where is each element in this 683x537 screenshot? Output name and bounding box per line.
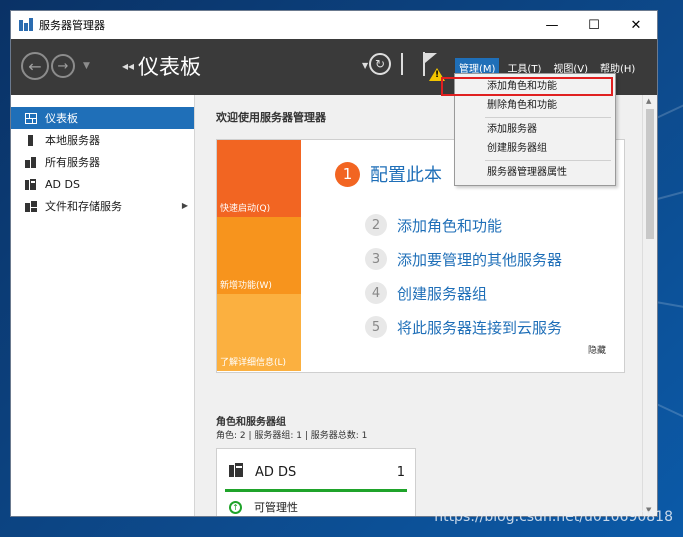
chevron-right-icon[interactable]: ▶	[182, 201, 188, 210]
sidebar-item-label: 所有服务器	[45, 156, 100, 169]
sidebar: 仪表板 本地服务器 所有服务器 AD DS 文件和存储服务 ▶	[11, 95, 195, 516]
menu-item-remove-roles[interactable]: 删除角色和功能	[455, 96, 615, 115]
sidebar-item-label: 仪表板	[45, 112, 78, 125]
step-configure-server[interactable]: 1 配置此本	[335, 161, 442, 187]
step-number: 5	[365, 316, 387, 338]
adds-icon	[229, 463, 243, 481]
roles-heading: 角色和服务器组	[216, 417, 286, 428]
step-create-group[interactable]: 4 创建服务器组	[365, 282, 487, 304]
status-bar	[225, 489, 407, 492]
servers-icon	[25, 156, 37, 168]
welcome-heading: 欢迎使用服务器管理器	[216, 111, 326, 124]
step-text: 配置此本	[370, 165, 442, 186]
minimize-button[interactable]: —	[531, 11, 573, 39]
step-number: 3	[365, 248, 387, 270]
manageability-label: 可管理性	[254, 501, 298, 514]
scroll-up-icon[interactable]: ▲	[646, 97, 651, 105]
step-number: 2	[365, 214, 387, 236]
back-arrow-icon[interactable]: ←	[21, 52, 49, 80]
watermark: https://blog.csdn.net/u010690818	[434, 509, 673, 525]
sidebar-item-ad-ds[interactable]: AD DS	[11, 173, 194, 195]
step-text: 创建服务器组	[397, 284, 488, 303]
step-number: 1	[335, 161, 360, 187]
ok-arrow-icon: ↑	[229, 500, 242, 514]
maximize-button[interactable]: ☐	[573, 11, 615, 39]
title-bar[interactable]: 服务器管理器 — ☐ ✕	[11, 11, 657, 39]
role-card-title: AD DS	[255, 464, 297, 480]
step-add-servers[interactable]: 3 添加要管理的其他服务器	[365, 248, 562, 270]
roles-summary: 角色: 2 | 服务器组: 1 | 服务器总数: 1	[216, 431, 368, 441]
menu-separator	[485, 160, 611, 161]
server-icon	[25, 134, 37, 146]
menu-item-create-group[interactable]: 创建服务器组	[455, 139, 615, 158]
adds-icon	[25, 178, 37, 190]
step-number: 4	[365, 282, 387, 304]
window-title: 服务器管理器	[39, 19, 105, 32]
history-dropdown-icon[interactable]: ▼	[83, 61, 90, 71]
tile-quick-start[interactable]: 快速启动(Q)	[217, 140, 301, 217]
sidebar-item-label: AD DS	[45, 177, 80, 191]
scroll-thumb[interactable]	[646, 109, 654, 239]
refresh-icon[interactable]: ↻	[369, 53, 391, 75]
sidebar-item-label: 本地服务器	[45, 134, 100, 147]
step-add-roles[interactable]: 2 添加角色和功能	[365, 214, 502, 236]
step-text: 添加要管理的其他服务器	[397, 250, 563, 269]
role-card-count: 1	[396, 465, 405, 480]
tile-whats-new[interactable]: 新增功能(W)	[217, 217, 301, 294]
sidebar-item-file-storage[interactable]: 文件和存储服务 ▶	[11, 195, 194, 217]
menu-item-properties[interactable]: 服务器管理器属性	[455, 163, 615, 182]
sidebar-item-label: 文件和存储服务	[45, 200, 122, 213]
menu-item-add-roles[interactable]: 添加角色和功能	[455, 77, 615, 96]
server-manager-icon	[19, 18, 33, 32]
manage-dropdown-menu: 添加角色和功能 删除角色和功能 添加服务器 创建服务器组 服务器管理器属性	[454, 73, 616, 186]
menu-item-add-servers[interactable]: 添加服务器	[455, 120, 615, 139]
menu-separator	[485, 117, 611, 118]
hide-link[interactable]: 隐藏	[588, 343, 606, 356]
sidebar-item-dashboard[interactable]: 仪表板	[11, 107, 194, 129]
manageability-row[interactable]: ↑ 可管理性	[229, 499, 298, 515]
divider	[401, 53, 403, 75]
breadcrumb-arrows-icon: ◂◂	[122, 59, 135, 73]
warning-icon: !	[429, 68, 445, 81]
vertical-scrollbar[interactable]: ▲ ▼	[642, 95, 657, 516]
sidebar-item-all-servers[interactable]: 所有服务器	[11, 151, 194, 173]
step-text: 将此服务器连接到云服务	[397, 318, 563, 337]
close-button[interactable]: ✕	[615, 11, 657, 39]
tile-learn-more[interactable]: 了解详细信息(L)	[217, 294, 301, 371]
step-text: 添加角色和功能	[397, 216, 503, 235]
role-card-ad-ds[interactable]: AD DS 1 ↑ 可管理性 事件	[216, 448, 416, 516]
forward-arrow-icon[interactable]: →	[51, 54, 75, 78]
step-connect-cloud[interactable]: 5 将此服务器连接到云服务	[365, 316, 562, 338]
storage-icon	[25, 200, 37, 212]
sidebar-item-local-server[interactable]: 本地服务器	[11, 129, 194, 151]
refresh-dropdown-icon[interactable]: ▼	[362, 61, 368, 70]
page-title: 仪表板	[138, 55, 201, 79]
dashboard-icon	[25, 112, 37, 124]
